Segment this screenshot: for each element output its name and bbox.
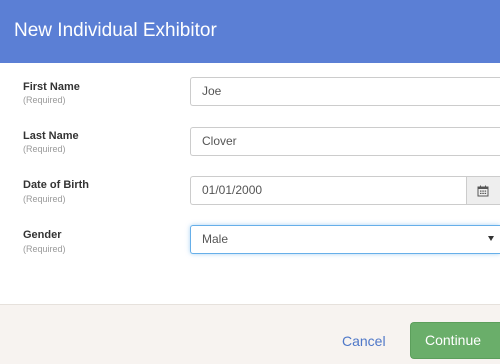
date-of-birth-input[interactable]: 01/01/2000	[190, 176, 466, 205]
first-name-label: First Name	[23, 81, 80, 93]
gender-required-hint: (Required)	[23, 244, 66, 254]
last-name-required-hint: (Required)	[23, 144, 66, 154]
continue-button[interactable]: Continue	[410, 322, 500, 359]
first-name-input[interactable]: Joe	[190, 77, 500, 106]
last-name-input[interactable]: Clover	[190, 127, 500, 156]
last-name-value: Clover	[202, 134, 237, 148]
calendar-button[interactable]	[466, 176, 500, 205]
date-of-birth-label: Date of Birth	[23, 179, 89, 191]
last-name-label: Last Name	[23, 130, 79, 142]
dialog-footer: Cancel Continue	[0, 304, 500, 364]
first-name-value: Joe	[202, 84, 222, 98]
gender-select[interactable]: Male	[190, 225, 500, 254]
dialog-header: New Individual Exhibitor	[0, 0, 500, 63]
calendar-icon	[477, 185, 489, 197]
dialog-title: New Individual Exhibitor	[14, 20, 217, 41]
cancel-button[interactable]: Cancel	[342, 333, 386, 349]
new-exhibitor-dialog: New Individual Exhibitor First Name (Req…	[0, 0, 500, 364]
date-of-birth-value: 01/01/2000	[202, 183, 263, 197]
caret-down-icon	[488, 236, 494, 241]
gender-value: Male	[202, 232, 229, 246]
gender-label: Gender	[23, 229, 62, 241]
date-of-birth-required-hint: (Required)	[23, 194, 66, 204]
first-name-required-hint: (Required)	[23, 95, 66, 105]
